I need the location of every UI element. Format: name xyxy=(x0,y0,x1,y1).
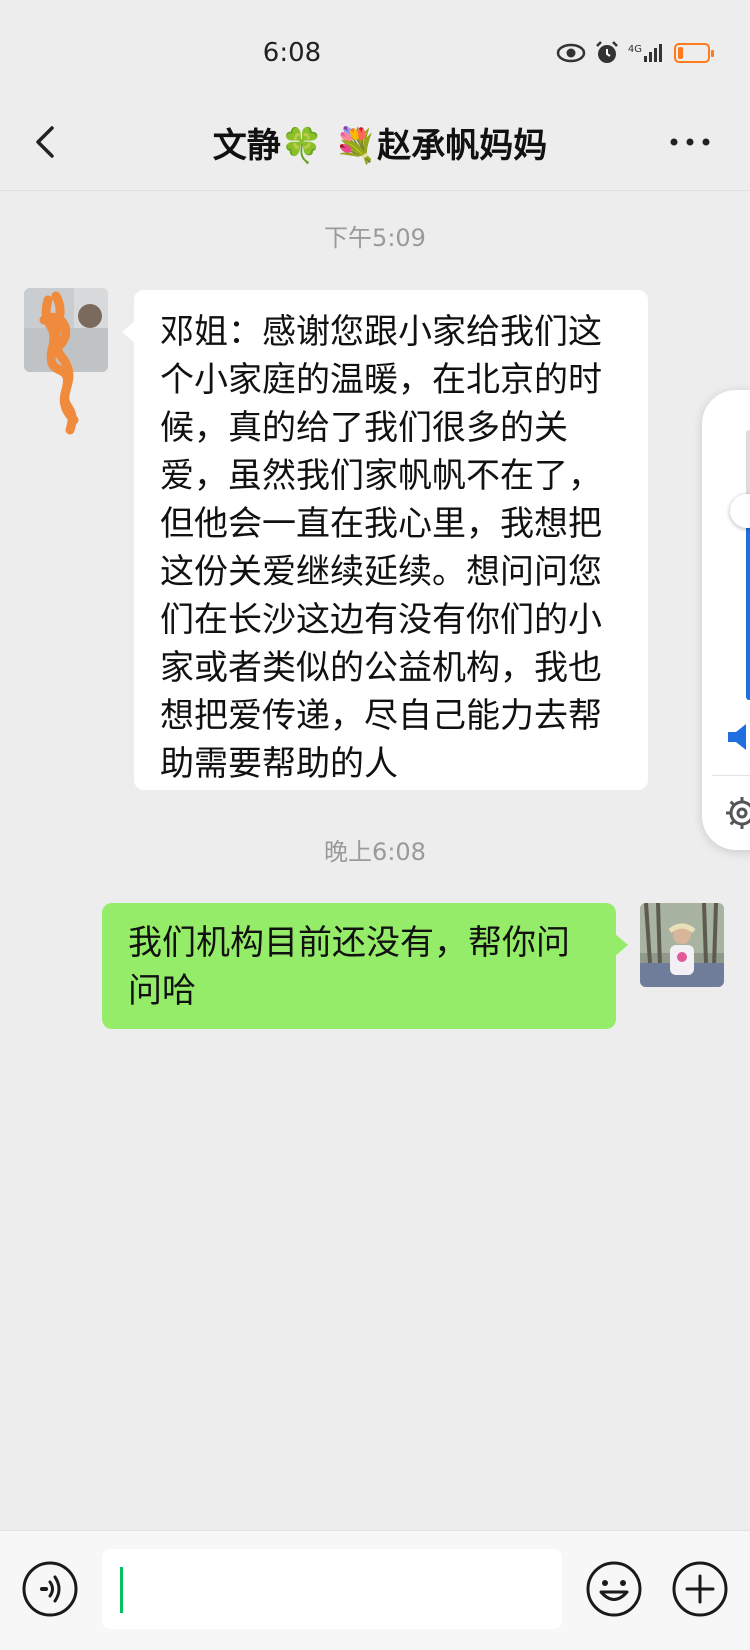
more-actions-button[interactable] xyxy=(670,1559,730,1619)
chat-header: 文静🍀 💐赵承帆妈妈 xyxy=(0,100,750,191)
message-line: 我们机构目前还没有，帮你问 xyxy=(128,923,570,963)
network-type-label: 4G xyxy=(627,44,642,55)
message-line: 助需要帮助的人 xyxy=(160,744,398,784)
text-cursor xyxy=(120,1567,123,1613)
status-bar: 6:08 4G xyxy=(0,0,750,100)
incoming-message-bubble[interactable]: 邓姐：感谢您跟小家给我们这 个小家庭的温暖，在北京的时 候，真的给了我们很多的关… xyxy=(122,290,648,790)
panel-divider xyxy=(712,775,750,776)
signal-bar xyxy=(659,44,662,62)
signal-bar xyxy=(644,56,647,62)
chat-title: 文静🍀 💐赵承帆妈妈 xyxy=(212,126,548,166)
signal-indicator: 4G xyxy=(628,44,662,62)
message-line: 邓姐：感谢您跟小家给我们这 xyxy=(160,312,602,352)
signal-bar xyxy=(649,52,652,62)
message-line: 候，真的给了我们很多的关 xyxy=(160,408,568,448)
message-line: 这份关爱继续延续。想问问您 xyxy=(160,552,602,592)
message-line: 想把爱传递，尽自己能力去帮 xyxy=(160,696,602,736)
voice-button[interactable] xyxy=(20,1559,80,1619)
status-icons: 4G xyxy=(556,40,714,66)
scribble-mark xyxy=(39,291,79,435)
battery-tip xyxy=(711,50,714,57)
volume-fill xyxy=(746,511,750,700)
message-timestamp: 晚上6:08 xyxy=(324,838,426,866)
message-line: 爱，虽然我们家帆帆不在了， xyxy=(160,456,602,496)
battery-level xyxy=(678,47,683,59)
message-line: 家或者类似的公益机构，我也 xyxy=(160,648,602,688)
volume-slider-handle[interactable] xyxy=(730,494,750,528)
settings-gear-icon[interactable] xyxy=(722,793,750,833)
emoji-icon xyxy=(586,1561,642,1617)
more-dots-icon xyxy=(670,138,710,146)
volume-slider[interactable] xyxy=(746,430,750,700)
user-photo-icon xyxy=(640,903,724,987)
message-timestamp: 下午5:09 xyxy=(324,224,426,252)
plus-icon xyxy=(672,1561,728,1617)
back-button[interactable] xyxy=(20,112,80,172)
input-bar xyxy=(0,1530,750,1650)
voice-icon xyxy=(22,1561,78,1617)
alarm-icon xyxy=(595,41,618,63)
chat-screen: 6:08 4G 文静🍀 💐赵承帆妈妈 下午5:09 邓姐：感谢您跟小家给我们这 … xyxy=(0,0,750,1650)
message-line: 个小家庭的温暖，在北京的时 xyxy=(160,360,602,400)
eye-icon xyxy=(556,43,586,63)
emoji-button[interactable] xyxy=(584,1559,644,1619)
signal-bar xyxy=(654,48,657,62)
volume-panel xyxy=(702,390,750,850)
status-time: 6:08 xyxy=(262,38,322,68)
message-line: 问哈 xyxy=(128,971,196,1011)
message-line: 但他会一直在我心里，我想把 xyxy=(160,504,602,544)
battery-icon xyxy=(674,43,714,63)
my-avatar[interactable] xyxy=(640,903,724,987)
more-button[interactable] xyxy=(660,122,720,162)
message-line: 们在长沙这边有没有你们的小 xyxy=(160,600,602,640)
message-input[interactable] xyxy=(102,1549,562,1629)
outgoing-message-bubble[interactable]: 我们机构目前还没有，帮你问 问哈 xyxy=(102,903,628,1029)
chevron-left-icon xyxy=(36,126,54,158)
speaker-icon[interactable] xyxy=(724,720,750,754)
